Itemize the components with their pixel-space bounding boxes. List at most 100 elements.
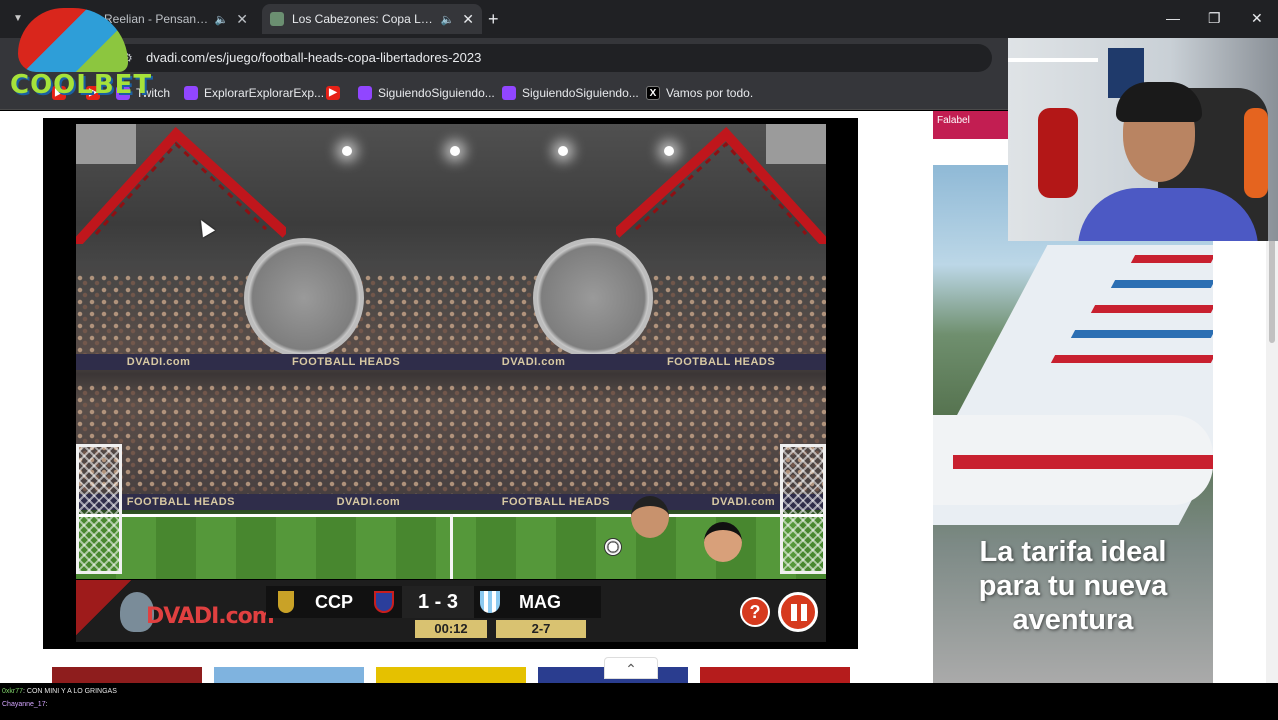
trophy-icon — [278, 591, 294, 613]
gaming-chair-accent — [1244, 108, 1268, 198]
stadium-light — [450, 146, 460, 156]
home-team-name: CCP — [314, 591, 353, 612]
bookmark-item[interactable]: ExplorarExplorarExp... — [184, 86, 324, 100]
match-round: 2-7 — [496, 620, 586, 638]
goal-right — [780, 444, 826, 574]
tab-active[interactable]: Los Cabezones: Copa Libert 🔈 ✕ — [262, 4, 482, 34]
stadium-truss-right — [616, 124, 826, 244]
coolbet-logo-text: COOLBET — [10, 70, 153, 100]
bookmark-label: SiguiendoSiguiendo... — [522, 86, 639, 100]
restore-icon[interactable]: ❐ — [1208, 10, 1221, 27]
x-icon: X — [646, 86, 660, 100]
chat-username: 0xkr77 — [2, 688, 24, 695]
ad-headline-line: para tu nueva — [978, 570, 1168, 602]
bookmark-label: SiguiendoSiguiendo... — [378, 86, 495, 100]
ad-headline: La tarifa ideal para tu nueva aventura — [933, 535, 1213, 637]
help-button[interactable]: ? — [740, 597, 770, 627]
new-tab-button[interactable]: + — [488, 9, 499, 30]
tail-stripe — [1110, 280, 1213, 288]
ball — [604, 538, 622, 556]
webcam-overlay — [1008, 38, 1278, 241]
dvadi-logo[interactable]: DVADI.com — [76, 580, 275, 642]
chat-message: Chayanne_17: — [2, 698, 1276, 711]
tail-stripe — [1070, 330, 1213, 338]
scroll-up-button[interactable]: ⌃ — [604, 657, 658, 679]
ad-top-text: Falabel — [937, 115, 970, 126]
goal-left — [76, 444, 122, 574]
speaker-icon[interactable]: 🔈 — [441, 13, 455, 26]
shelf — [1008, 58, 1098, 62]
minimize-icon[interactable]: — — [1166, 10, 1180, 26]
ad-banner[interactable]: La tarifa ideal para tu nueva aventura — [933, 165, 1213, 683]
site-favicon-icon — [270, 12, 284, 26]
streamer-hair — [1116, 82, 1202, 122]
twitch-icon — [184, 86, 198, 100]
scrollbar-thumb[interactable] — [1269, 223, 1275, 343]
pitch-midline — [450, 514, 453, 579]
game-thumbnail[interactable] — [52, 667, 202, 683]
adboard-upper: DVADI.com FOOTBALL HEADS DVADI.com FOOTB… — [76, 354, 826, 370]
game-thumbnail[interactable] — [700, 667, 850, 683]
bookmark-youtube[interactable]: ▶ — [326, 86, 346, 100]
adboard-text: DVADI.com — [711, 496, 776, 508]
game-thumbnail[interactable] — [214, 667, 364, 683]
dvadi-logo-text: DVADI.com — [146, 604, 275, 629]
bookmark-item[interactable]: SiguiendoSiguiendo... — [358, 86, 495, 100]
game-canvas[interactable]: DVADI.com FOOTBALL HEADS DVADI.com FOOTB… — [76, 124, 826, 579]
home-team-crest-icon — [374, 591, 394, 613]
adboard-text: FOOTBALL HEADS — [126, 496, 236, 508]
pause-button[interactable] — [778, 592, 818, 632]
match-score: 1 - 3 — [402, 586, 474, 618]
youtube-icon: ▶ — [326, 86, 340, 100]
coolbet-logo: COOLBET — [8, 8, 151, 102]
game-thumbnail[interactable] — [376, 667, 526, 683]
adboard-text: FOOTBALL HEADS — [291, 356, 401, 368]
airplane-stripe — [953, 455, 1213, 469]
adboard-text: FOOTBALL HEADS — [666, 356, 776, 368]
bookmark-label: ExplorarExplorarExp... — [204, 86, 325, 100]
match-timer: 00:12 — [415, 620, 487, 638]
adboard-text: DVADI.com — [336, 496, 401, 508]
chat-text: : CON MINI Y A LO GRINGAS — [23, 688, 117, 695]
stadium-disc — [533, 238, 653, 358]
chat-text: : — [45, 701, 48, 708]
stadium-light — [342, 146, 352, 156]
url-text: dvadi.com/es/juego/football-heads-copa-l… — [146, 50, 482, 65]
speaker-icon[interactable]: 🔈 — [215, 13, 229, 26]
game-hud: DVADI.com CCP 1 - 3 MAG 00:12 2-7 ? — [76, 580, 826, 642]
bookmark-label: Vamos por todo. — [666, 86, 754, 100]
ad-headline-line: La tarifa ideal — [979, 536, 1167, 568]
bookmark-item[interactable]: SiguiendoSiguiendo... — [502, 86, 639, 100]
stadium-truss-left — [76, 124, 286, 244]
microphone-icon — [1038, 108, 1078, 198]
player-away — [704, 522, 742, 562]
url-input[interactable]: ⚙ dvadi.com/es/juego/football-heads-copa… — [112, 44, 992, 72]
twitch-icon — [358, 86, 372, 100]
chat-message: 0xkr77: CON MINI Y A LO GRINGAS — [2, 685, 1276, 698]
away-team-name: MAG — [519, 591, 561, 612]
close-tab-icon[interactable]: ✕ — [236, 11, 248, 28]
adboard-text: FOOTBALL HEADS — [501, 496, 611, 508]
adboard-text: DVADI.com — [501, 356, 566, 368]
ad-banner-top[interactable]: Falabel — [933, 111, 1013, 139]
stadium-disc — [244, 238, 364, 358]
twitch-icon — [502, 86, 516, 100]
adboard-text: DVADI.com — [126, 356, 191, 368]
dragon-logo-icon — [18, 8, 128, 72]
tail-stripe — [1090, 305, 1213, 313]
close-window-icon[interactable]: ✕ — [1251, 10, 1263, 27]
tab-bar: ▼ Reelian - Pensando 🔈 ✕ Los Cabezones: … — [0, 0, 1278, 38]
close-tab-icon[interactable]: ✕ — [462, 11, 474, 28]
away-team-crest-icon — [480, 591, 500, 613]
stadium-light — [664, 146, 674, 156]
chat-username: Chayanne_17 — [2, 701, 46, 708]
crowd-lower — [76, 384, 826, 494]
player-home — [631, 496, 669, 538]
adboard-lower: FOOTBALL HEADS DVADI.com FOOTBALL HEADS … — [76, 494, 826, 510]
related-games-strip — [52, 667, 852, 683]
bookmark-item[interactable]: X Vamos por todo. — [646, 86, 753, 100]
crowd-upper — [76, 274, 826, 354]
tail-stripe — [1050, 355, 1213, 363]
scoreboard: CCP 1 - 3 MAG — [266, 586, 601, 618]
ad-headline-line: aventura — [1012, 604, 1134, 636]
